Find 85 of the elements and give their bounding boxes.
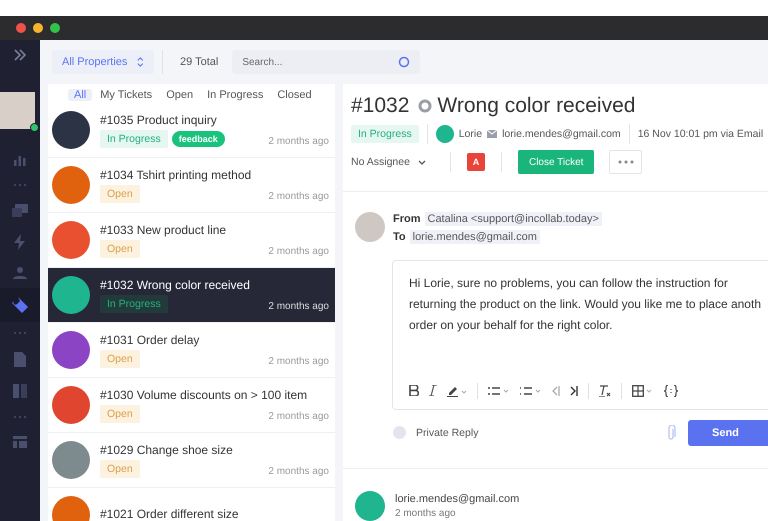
status-ring-icon [418,99,432,113]
bold-icon[interactable] [409,385,419,396]
close-window-icon[interactable] [16,23,26,33]
ticket-time: 2 months ago [268,465,329,477]
up-down-caret-icon [137,56,144,68]
ticket-icon [12,297,28,313]
ticket-title: #1035 Product inquiry [100,112,218,126]
outdent-icon[interactable] [552,386,560,396]
numbered-list-icon[interactable] [520,386,542,396]
ticket-title: #1034 Tshirt printing method [100,168,252,182]
private-reply-toggle[interactable] [393,426,406,440]
ticket-row[interactable]: #1031 Order delay Open 2 months ago [48,323,335,378]
ticket-title: #1031 Order delay [100,332,200,346]
to-label: To [393,230,406,243]
minimize-window-icon[interactable] [33,23,43,33]
expand-chevron-icon[interactable] [13,48,27,62]
property-filter-dropdown[interactable]: All Properties [52,50,154,74]
reply-text: Hi Lorie, sure no problems, you can follow the instruction for returning the product on the link. Would you like me to place anoth order on your behalf for the right color. [409,274,762,334]
ticket-time: 2 months ago [268,245,329,257]
ticket-time: 2 months ago [268,355,329,367]
status-badge: Open [100,460,140,478]
highlight-pen-icon[interactable] [447,384,467,397]
envelope-icon [487,130,498,138]
sender-photo-placeholder [355,212,385,242]
ticket-row[interactable]: #1029 Change shoe size Open 2 months ago [48,433,335,488]
caret-icon [418,160,426,164]
to-address: lorie.mendes@gmail.com [410,230,540,244]
more-dots-icon [13,183,27,187]
ticket-nav-item[interactable] [0,288,40,322]
ticket-row[interactable]: #1032 Wrong color received In Progress 2 months ago [48,268,335,323]
indent-icon[interactable] [570,386,578,396]
ticket-row[interactable]: #1034 Tshirt printing method Open 2 months ago [48,158,335,213]
status-badge: Open [100,350,140,368]
more-dots-icon [618,160,634,164]
status-badge: In Progress [100,294,168,312]
code-braces-icon[interactable] [664,384,678,397]
ticket-time: 2 months ago [268,410,329,422]
message-sender: lorie.mendes@gmail.com [395,493,520,505]
bullet-list-icon[interactable] [488,386,510,396]
ticket-title: #1029 Change shoe size [100,442,234,456]
ticket-title: #1021 Order different size [100,506,240,520]
more-dots-icon [13,331,27,335]
customer-name: Lorie [458,128,482,140]
filter-tab[interactable]: Open [160,89,200,101]
filter-tab[interactable]: In Progress [201,89,270,101]
more-options-button[interactable] [609,150,642,174]
ticket-time: 2 months ago [268,135,329,147]
from-address: Catalina <support@incollab.today> [424,212,602,226]
status-badge: Open [100,404,140,422]
ticket-number: #1032 [351,94,410,118]
paperclip-icon[interactable] [666,424,676,441]
ticket-row[interactable]: #1030 Volume discounts on > 100 item Open 2 months ago [48,378,335,433]
customer-email: lorie.mendes@gmail.com [502,128,621,140]
received-date: 16 Nov 10:01 pm via Email [638,128,764,140]
agent-avatar[interactable]: A [466,153,485,171]
ticket-title: #1032 Wrong color received [100,278,251,292]
status-badge: Open [100,184,140,202]
ticket-time: 2 months ago [268,190,329,202]
search-field[interactable]: Search... [232,50,420,74]
status-badge: Open [100,240,140,258]
send-button[interactable]: Send [688,420,768,446]
ticket-row[interactable]: #1035 Product inquiry In Progress feedback 2 months ago [48,103,335,158]
maximize-window-icon[interactable] [50,23,60,33]
status-badge: In Progress [100,130,168,148]
avatar-icon [355,491,385,521]
clear-format-icon[interactable] [599,384,611,397]
ticket-title: Wrong color received [437,94,636,118]
status-badge: In Progress [351,125,419,143]
table-icon[interactable] [632,384,654,397]
private-reply-label: Private Reply [416,426,478,439]
more-dots-icon [13,415,27,419]
reply-editor[interactable]: Hi Lorie, sure no problems, you can follow the instruction for returning the product on the link. Would you like me to place anoth order on your behalf for the right color. [392,260,768,410]
italic-icon[interactable] [429,385,437,396]
ticket-title: #1030 Volume discounts on > 100 item [100,388,308,402]
tag-badge: feedback [172,130,225,146]
ticket-row[interactable]: #1021 Order different size [48,488,335,521]
avatar-icon [436,125,454,143]
filter-tab[interactable]: All [68,89,92,101]
from-label: From [393,212,420,225]
ticket-title: #1033 New product line [100,222,228,236]
assignee-dropdown[interactable]: No Assignee [351,156,426,168]
filter-tab[interactable]: Closed [271,89,318,101]
message-time: 2 months ago [395,508,457,519]
ticket-time: 2 months ago [268,300,329,312]
filter-tab[interactable]: My Tickets [94,89,158,101]
